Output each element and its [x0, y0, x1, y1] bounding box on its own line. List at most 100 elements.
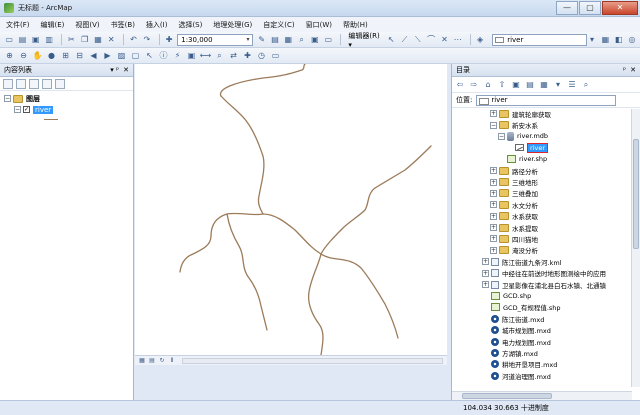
redo-icon[interactable]: ↷ — [142, 34, 152, 45]
close-icon[interactable]: ✕ — [123, 64, 129, 76]
forward-extent-icon[interactable]: ▶ — [102, 50, 113, 61]
river-symbol[interactable] — [44, 119, 58, 120]
forward-icon[interactable]: ⇨ — [469, 80, 479, 90]
close-button[interactable]: ✕ — [602, 1, 638, 15]
options-icon[interactable]: ☰ — [567, 80, 577, 90]
create-viewer-icon[interactable]: ▭ — [270, 50, 281, 61]
search-window-icon[interactable]: ⌕ — [296, 34, 306, 45]
chevron-down-icon[interactable]: ▾ — [587, 34, 597, 45]
minimize-button[interactable]: — — [556, 1, 578, 15]
end-point-arc-icon[interactable]: ⌒ — [426, 34, 436, 45]
clear-selection-icon[interactable]: ▢ — [130, 50, 141, 61]
pause-drawing-icon[interactable]: Ⅱ — [168, 357, 176, 365]
swipe-icon[interactable]: ◎ — [627, 34, 637, 45]
back-extent-icon[interactable]: ◀ — [88, 50, 99, 61]
find-route-icon[interactable]: ⇄ — [228, 50, 239, 61]
toc-window-icon[interactable]: ▤ — [270, 34, 280, 45]
refresh-icon[interactable]: ↻ — [158, 357, 166, 365]
find-icon[interactable]: ⌕ — [214, 50, 225, 61]
measure-icon[interactable]: ⟷ — [200, 50, 211, 61]
catalog-item[interactable]: 河道治理图.mxd — [452, 370, 640, 380]
layer-select[interactable]: river — [492, 33, 587, 46]
python-icon[interactable]: ▭ — [323, 34, 333, 45]
catalog-item[interactable]: + 淹没分析 — [452, 245, 640, 256]
up-one-level-icon[interactable]: ⇧ — [497, 80, 507, 90]
catalog-item[interactable]: + 路径分析 — [452, 165, 640, 176]
list-by-source-icon[interactable] — [16, 78, 26, 89]
catalog-item[interactable]: + 中经往在前送时地形图测绘中的应用 — [452, 267, 640, 278]
catalog-item[interactable]: + 水文分析 — [452, 199, 640, 210]
catalog-window-icon[interactable]: ▦ — [283, 34, 293, 45]
toggle-contents-icon[interactable]: ▤ — [525, 80, 535, 90]
catalog-item[interactable]: + 卫星影像在浦北县白石水镇、北通镇 — [452, 279, 640, 290]
catalog-item[interactable]: river — [452, 142, 640, 153]
search-icon[interactable]: ⌕ — [581, 80, 591, 90]
goto-xy-icon[interactable]: ✚ — [242, 50, 253, 61]
editor-menu[interactable]: 编辑器(R) ▾ — [348, 31, 383, 49]
hyperlink-icon[interactable]: ⚡ — [172, 50, 183, 61]
menu-insert[interactable]: 插入(I) — [146, 20, 168, 30]
catalog-item[interactable]: 陈江街道.mxd — [452, 313, 640, 324]
catalog-item[interactable]: + 水系获取 — [452, 211, 640, 222]
trace-icon[interactable]: ✕ — [439, 34, 449, 45]
expand-icon[interactable]: + — [490, 224, 497, 232]
arctoolbox-icon[interactable]: ▣ — [310, 34, 320, 45]
data-view-icon[interactable]: ▦ — [138, 357, 146, 365]
layer-properties-icon[interactable]: ◧ — [614, 34, 624, 45]
menu-bookmarks[interactable]: 书签(B) — [111, 20, 135, 30]
menu-help[interactable]: 帮助(H) — [343, 20, 368, 30]
pin-icon[interactable]: ▾ ᵖ — [110, 64, 119, 76]
back-icon[interactable]: ⇦ — [455, 80, 465, 90]
list-by-visibility-icon[interactable] — [29, 78, 39, 89]
map-canvas[interactable] — [135, 63, 447, 356]
catalog-item[interactable]: − 新安水系 — [452, 119, 640, 130]
edit-tool-icon[interactable]: ↖ — [386, 34, 396, 45]
expand-icon[interactable]: + — [490, 235, 497, 243]
editor-toolbar-icon[interactable]: ✎ — [257, 34, 267, 45]
expand-icon[interactable]: + — [490, 167, 497, 175]
connect-folder-icon[interactable]: ▣ — [511, 80, 521, 90]
menu-geoprocessing[interactable]: 地理处理(G) — [213, 20, 252, 30]
identify-icon[interactable]: ⓘ — [158, 50, 169, 61]
catalog-item[interactable]: GCD.shp — [452, 290, 640, 301]
views-icon[interactable]: ▦ — [539, 80, 549, 90]
collapse-icon[interactable]: − — [490, 121, 497, 129]
catalog-item[interactable]: 方湖镇.mxd — [452, 347, 640, 358]
catalog-item[interactable]: + 四川猫地 — [452, 233, 640, 244]
collapse-icon[interactable]: − — [14, 106, 21, 113]
collapse-icon[interactable]: − — [4, 95, 11, 102]
catalog-item[interactable]: + 三维叠加 — [452, 188, 640, 199]
select-elements-icon[interactable]: ↖ — [144, 50, 155, 61]
print-icon[interactable]: ▥ — [44, 34, 54, 45]
cut-icon[interactable]: ✂ — [66, 34, 76, 45]
layout-view-icon[interactable]: ▤ — [148, 357, 156, 365]
pin-icon[interactable]: ᵖ — [623, 64, 626, 76]
catalog-horizontal-scrollbar[interactable] — [452, 391, 632, 400]
menu-view[interactable]: 视图(V) — [75, 20, 99, 30]
html-popup-icon[interactable]: ▣ — [186, 50, 197, 61]
add-data-icon[interactable]: ✚ — [164, 34, 174, 45]
expand-icon[interactable]: + — [482, 269, 489, 277]
save-icon[interactable]: ▣ — [31, 34, 41, 45]
toc-layer-river[interactable]: − ✓ river — [4, 104, 133, 115]
catalog-item[interactable]: 城市规划图.mxd — [452, 324, 640, 335]
expand-icon[interactable]: + — [490, 110, 497, 118]
expand-icon[interactable]: + — [490, 201, 497, 209]
fixed-zoom-out-icon[interactable]: ⊟ — [74, 50, 85, 61]
menu-selection[interactable]: 选择(S) — [178, 20, 202, 30]
menu-edit[interactable]: 编辑(E) — [41, 20, 65, 30]
expand-icon[interactable]: + — [482, 281, 489, 289]
list-by-selection-icon[interactable] — [42, 78, 52, 89]
new-document-icon[interactable]: ▭ — [4, 34, 14, 45]
full-extent-icon[interactable]: ● — [46, 50, 57, 61]
expand-icon[interactable]: + — [490, 189, 497, 197]
open-icon[interactable]: ▤ — [17, 34, 27, 45]
menu-file[interactable]: 文件(F) — [6, 20, 30, 30]
maximize-button[interactable]: ▢ — [579, 1, 601, 15]
zoom-out-icon[interactable]: ⊖ — [18, 50, 29, 61]
map-horizontal-scrollbar[interactable] — [182, 357, 443, 364]
catalog-item[interactable]: + 三维地形 — [452, 176, 640, 187]
select-by-rectangle-icon[interactable]: ▨ — [116, 50, 127, 61]
close-icon[interactable]: ✕ — [630, 64, 636, 76]
delete-icon[interactable]: ✕ — [106, 34, 116, 45]
